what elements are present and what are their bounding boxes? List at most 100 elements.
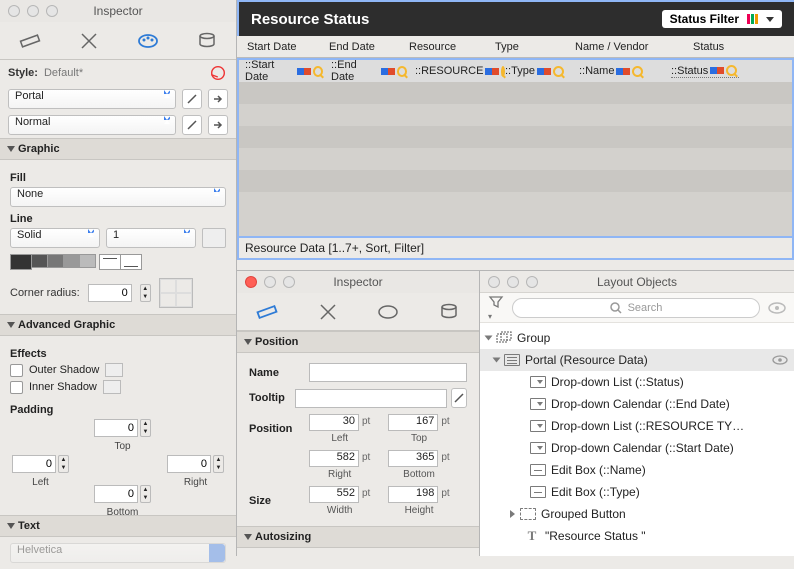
pad-right-stepper[interactable]: ▲▼ bbox=[213, 455, 224, 473]
pos-bottom-input[interactable]: 365 bbox=[388, 450, 438, 467]
filter-funnel-icon[interactable]: ▾ bbox=[488, 294, 504, 322]
disclosure-triangle-icon[interactable] bbox=[485, 336, 493, 341]
style-state-select[interactable]: Normal bbox=[8, 115, 176, 135]
tools-tab-icon[interactable] bbox=[73, 27, 105, 55]
tree-row-item[interactable]: Drop-down Calendar (::End Date) bbox=[480, 393, 794, 415]
pad-left-stepper[interactable]: ▲▼ bbox=[58, 455, 69, 473]
tree-row-text[interactable]: T"Resource Status " bbox=[480, 525, 794, 547]
line-style-seg[interactable] bbox=[63, 254, 80, 268]
corner-selector[interactable] bbox=[159, 278, 193, 308]
field-end-date[interactable]: ::End Date bbox=[331, 59, 407, 83]
effects-label: Effects bbox=[10, 348, 226, 360]
field-status[interactable]: ::Status bbox=[671, 65, 739, 78]
close-dot-icon[interactable] bbox=[488, 276, 500, 288]
field-start-date[interactable]: ::Start Date bbox=[245, 59, 323, 83]
line-style-seg[interactable] bbox=[79, 254, 96, 268]
pos-left-input[interactable]: 30 bbox=[309, 414, 359, 431]
col-type: Type bbox=[495, 41, 575, 53]
tools-tab-icon[interactable] bbox=[312, 298, 344, 326]
appearance-tab-icon[interactable] bbox=[132, 27, 164, 55]
pos-right-input[interactable]: 582 bbox=[309, 450, 359, 467]
pad-bottom-input[interactable] bbox=[94, 485, 138, 503]
tooltip-edit-button[interactable] bbox=[451, 388, 467, 408]
inner-shadow-checkbox[interactable] bbox=[10, 381, 23, 394]
style-revert-icon[interactable] bbox=[211, 66, 225, 80]
tree-row-item[interactable]: Edit Box (::Type) bbox=[480, 481, 794, 503]
magnifier-icon bbox=[397, 66, 407, 77]
eye-icon[interactable] bbox=[772, 354, 788, 366]
tree-row-item[interactable]: Drop-down Calendar (::Start Date) bbox=[480, 437, 794, 459]
field-resource[interactable]: ::RESOURCE bbox=[415, 65, 497, 77]
disclosure-triangle-icon[interactable] bbox=[510, 510, 515, 518]
pad-top-input[interactable] bbox=[94, 419, 138, 437]
fill-label: Fill bbox=[10, 172, 226, 184]
tooltip-input[interactable] bbox=[295, 389, 447, 408]
magnifier-icon bbox=[726, 65, 737, 76]
style-edit-button-2[interactable] bbox=[182, 115, 202, 135]
pad-left-input[interactable] bbox=[12, 455, 56, 473]
pad-bottom-stepper[interactable]: ▲▼ bbox=[140, 485, 151, 503]
zoom-dot-icon[interactable] bbox=[283, 276, 295, 288]
pad-right-input[interactable] bbox=[167, 455, 211, 473]
section-position[interactable]: Position bbox=[237, 331, 479, 353]
inner-shadow-preview[interactable] bbox=[103, 380, 121, 394]
tree-row-grouped-button[interactable]: Grouped Button bbox=[480, 503, 794, 525]
data-tab-icon[interactable] bbox=[433, 298, 465, 326]
position-label: Position bbox=[249, 423, 309, 435]
line-style-bottom[interactable] bbox=[120, 254, 142, 270]
appearance-tab-icon[interactable] bbox=[372, 298, 404, 326]
section-autosizing[interactable]: Autosizing bbox=[237, 526, 479, 548]
section-graphic[interactable]: Graphic bbox=[0, 138, 236, 160]
visibility-toggle-icon[interactable] bbox=[768, 301, 786, 315]
line-style-all[interactable] bbox=[10, 254, 32, 270]
pad-top-stepper[interactable]: ▲▼ bbox=[140, 419, 151, 437]
tree-row-group[interactable]: Group bbox=[480, 327, 794, 349]
field-type[interactable]: ::Type bbox=[505, 65, 571, 77]
section-text[interactable]: Text bbox=[0, 515, 236, 537]
size-height-input[interactable]: 198 bbox=[388, 486, 438, 503]
minimize-dot-icon[interactable] bbox=[27, 5, 39, 17]
minimize-dot-icon[interactable] bbox=[507, 276, 519, 288]
line-width-select[interactable]: 1 bbox=[106, 228, 196, 248]
line-style-seg[interactable] bbox=[47, 254, 64, 268]
style-theme-select[interactable]: Portal bbox=[8, 89, 176, 109]
tree-row-item[interactable]: Drop-down List (::Status) bbox=[480, 371, 794, 393]
zoom-dot-icon[interactable] bbox=[526, 276, 538, 288]
line-color-swatch[interactable] bbox=[202, 228, 226, 248]
section-advanced-graphic[interactable]: Advanced Graphic bbox=[0, 314, 236, 336]
field-name[interactable]: ::Name bbox=[579, 65, 663, 77]
ruler-tab-icon[interactable] bbox=[14, 27, 46, 55]
minimize-dot-icon[interactable] bbox=[264, 276, 276, 288]
ruler-tab-icon[interactable] bbox=[251, 298, 283, 326]
style-arrow-button-2[interactable] bbox=[208, 115, 228, 135]
data-tab-icon[interactable] bbox=[191, 27, 223, 55]
layout-objects-title: Layout Objects bbox=[597, 275, 677, 289]
fill-select[interactable]: None bbox=[10, 187, 226, 207]
search-icon bbox=[610, 302, 622, 314]
pos-top-input[interactable]: 167 bbox=[388, 414, 438, 431]
style-edit-button-1[interactable] bbox=[182, 89, 202, 109]
tree-row-item[interactable]: Edit Box (::Name) bbox=[480, 459, 794, 481]
tree-row-item[interactable]: Drop-down List (::RESOURCE TY… bbox=[480, 415, 794, 437]
font-select[interactable]: Helvetica bbox=[10, 543, 226, 563]
corner-radius-input[interactable] bbox=[88, 284, 132, 302]
line-style-top[interactable] bbox=[99, 254, 121, 270]
size-width-input[interactable]: 552 bbox=[309, 486, 359, 503]
status-filter-button[interactable]: Status Filter bbox=[662, 10, 782, 28]
zoom-dot-icon[interactable] bbox=[46, 5, 58, 17]
tree-row-portal[interactable]: Portal (Resource Data) bbox=[480, 349, 794, 371]
object-name-input[interactable] bbox=[309, 363, 467, 382]
outer-shadow-preview[interactable] bbox=[105, 363, 123, 377]
search-input[interactable]: Search bbox=[512, 298, 760, 318]
disclosure-triangle-icon[interactable] bbox=[493, 358, 501, 363]
portal-field-row: ::Start Date ::End Date ::RESOURCE ::Typ… bbox=[239, 60, 792, 82]
line-style-seg[interactable] bbox=[31, 254, 48, 268]
close-dot-icon[interactable] bbox=[8, 5, 20, 17]
close-dot-icon[interactable] bbox=[245, 276, 257, 288]
portal-body[interactable]: ::Start Date ::End Date ::RESOURCE ::Typ… bbox=[237, 58, 794, 238]
style-arrow-button-1[interactable] bbox=[208, 89, 228, 109]
corner-radius-stepper[interactable]: ▲▼ bbox=[140, 284, 151, 302]
line-type-select[interactable]: Solid bbox=[10, 228, 100, 248]
outer-shadow-checkbox[interactable] bbox=[10, 364, 23, 377]
portal-rows bbox=[239, 82, 792, 214]
